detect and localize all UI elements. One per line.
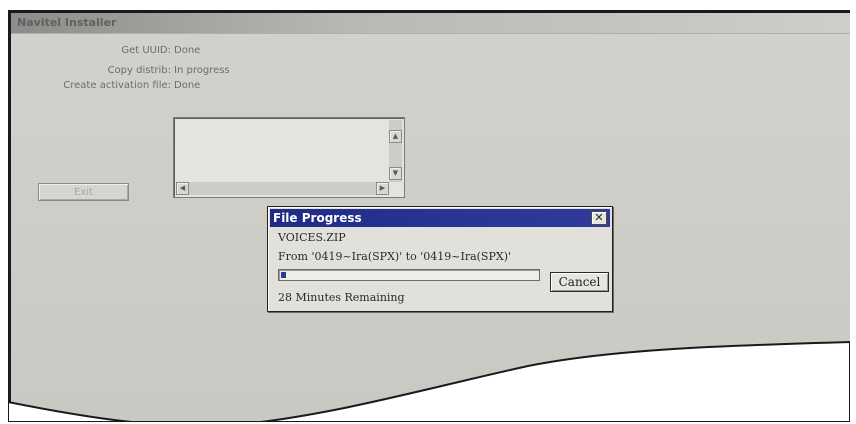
status-value: Done bbox=[174, 80, 201, 91]
file-progress-dialog: File Progress ✕ VOICES.ZIP From '0419~Ir… bbox=[267, 206, 613, 312]
vertical-scrollbar[interactable]: ▲ ▼ bbox=[389, 120, 402, 182]
status-label: Get UUID: bbox=[121, 45, 171, 56]
cancel-button[interactable]: Cancel bbox=[550, 272, 609, 292]
horizontal-scrollbar[interactable]: ◀ ▶ bbox=[176, 182, 389, 195]
scroll-right-icon[interactable]: ▶ bbox=[376, 182, 389, 195]
time-remaining: 28 Minutes Remaining bbox=[278, 291, 405, 304]
close-icon[interactable]: ✕ bbox=[591, 211, 607, 225]
progress-bar bbox=[278, 269, 540, 281]
progress-filename: VOICES.ZIP bbox=[278, 231, 346, 244]
status-value: Done bbox=[174, 45, 201, 56]
scroll-up-icon[interactable]: ▲ bbox=[389, 130, 402, 143]
status-value: In progress bbox=[174, 65, 230, 76]
screen-frame: Navitel Installer Get UUID: Done Copy di… bbox=[8, 10, 850, 422]
dialog-title: File Progress bbox=[273, 211, 362, 225]
scroll-left-icon[interactable]: ◀ bbox=[176, 182, 189, 195]
installer-titlebar: Navitel Installer bbox=[11, 13, 850, 34]
status-label: Copy distrib: bbox=[107, 65, 171, 76]
log-listbox[interactable]: ▲ ▼ ◀ ▶ bbox=[173, 117, 405, 198]
dialog-titlebar[interactable]: File Progress ✕ bbox=[270, 209, 610, 227]
status-label: Create activation file: bbox=[63, 80, 171, 91]
window-title: Navitel Installer bbox=[17, 16, 117, 29]
exit-button[interactable]: Exit bbox=[38, 183, 129, 201]
scroll-down-icon[interactable]: ▼ bbox=[389, 167, 402, 180]
progress-bar-fill bbox=[281, 272, 286, 278]
installer-screen: Navitel Installer Get UUID: Done Copy di… bbox=[8, 10, 850, 422]
progress-from-to: From '0419~Ira(SPX)' to '0419~Ira(SPX)' bbox=[278, 250, 512, 263]
